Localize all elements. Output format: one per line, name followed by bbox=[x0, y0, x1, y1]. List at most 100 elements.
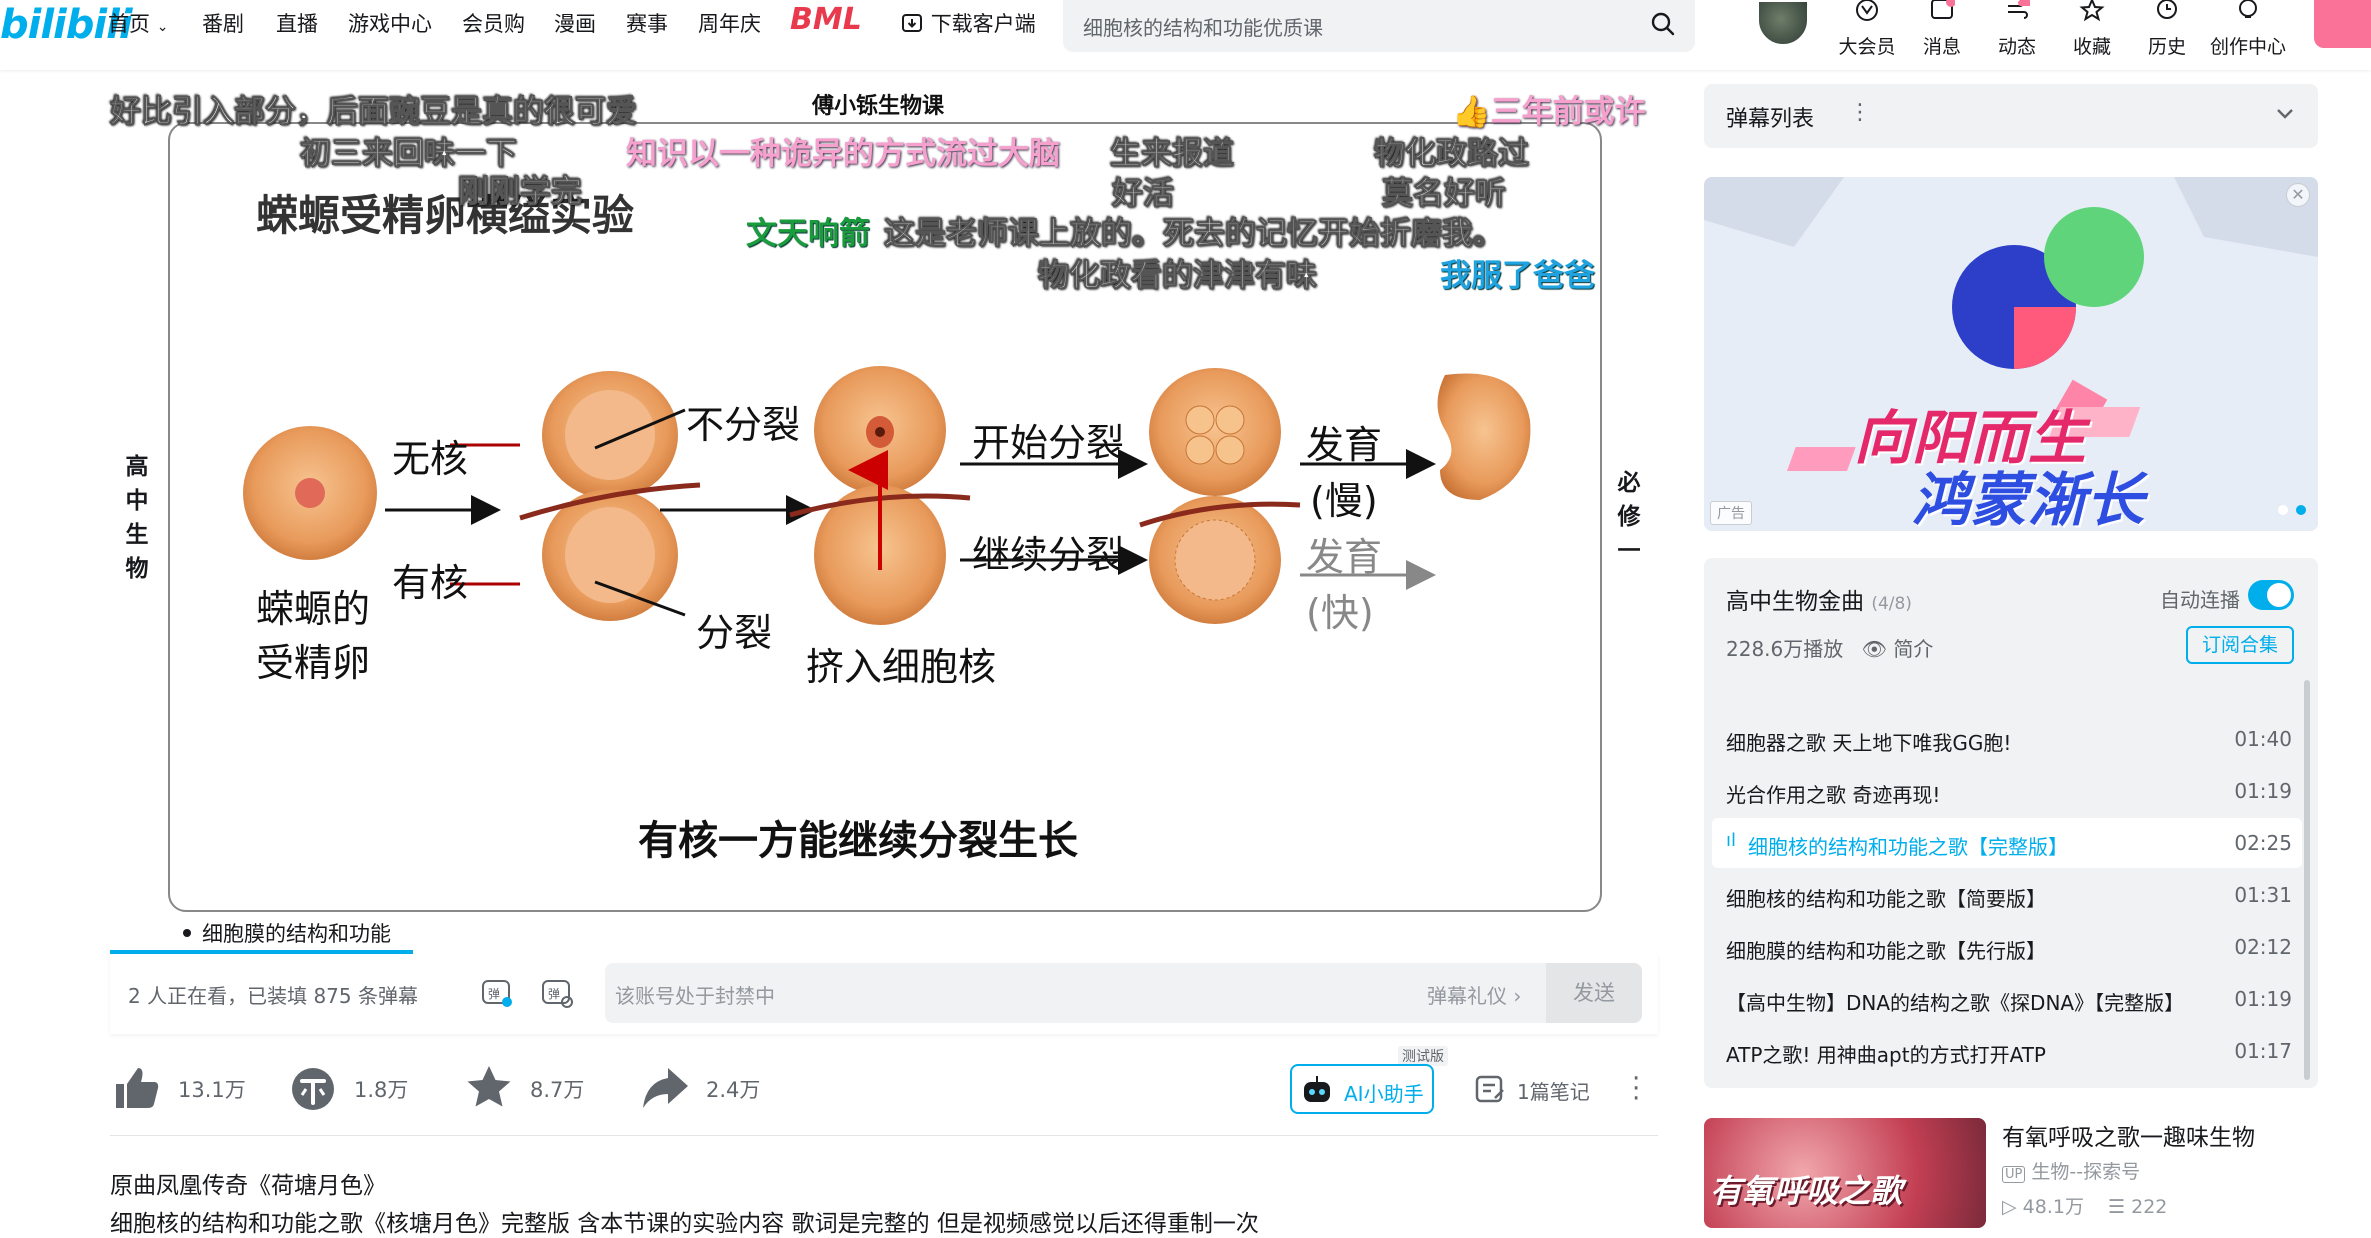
header-messages[interactable]: 消息 bbox=[1907, 0, 1977, 59]
nav-manga[interactable]: 漫画 bbox=[554, 8, 596, 38]
label-has-nucleus: 有核 bbox=[392, 561, 469, 605]
playlist-item[interactable]: ATP之歌! 用神曲apt的方式打开ATP 01:17 bbox=[1712, 1026, 2302, 1076]
nav-game-center[interactable]: 游戏中心 bbox=[348, 8, 432, 38]
danmaku-settings-icon[interactable]: 弹 bbox=[540, 976, 574, 1010]
playlist-scrollbar[interactable] bbox=[2304, 680, 2310, 1080]
coin-icon bbox=[292, 1068, 334, 1110]
recommend-title[interactable]: 有氧呼吸之歌一趣味生物 bbox=[2002, 1118, 2255, 1152]
thumb-up-icon: 👍 bbox=[1452, 94, 1491, 130]
note-icon bbox=[1475, 1075, 1504, 1103]
playlist-item[interactable]: 细胞膜的结构和功能之歌【先行版】 02:12 bbox=[1712, 922, 2302, 972]
playlist-item-active[interactable]: ıl 细胞核的结构和功能之歌【完整版】 02:25 bbox=[1712, 818, 2302, 868]
star-icon bbox=[467, 1066, 511, 1107]
recommend-stats: ▷ 48.1万 ☰ 222 bbox=[2002, 1196, 2168, 1218]
intro-link[interactable]: 简介 bbox=[1893, 637, 1933, 661]
nav-download-client[interactable]: 下载客户端 bbox=[900, 8, 1036, 38]
nav-home[interactable]: 首页 ⌄ bbox=[108, 8, 168, 38]
bulb-icon bbox=[2239, 0, 2257, 18]
ai-assistant-button[interactable]: AI小助手 bbox=[1290, 1064, 1434, 1114]
danmaku: 这是老师课上放的。死去的记忆开始折磨我。 bbox=[884, 216, 1505, 253]
robot-icon bbox=[1304, 1076, 1330, 1102]
danmaku-count-icon: ☰ bbox=[2108, 1196, 2126, 1218]
nav-live[interactable]: 直播 bbox=[276, 8, 318, 38]
nav-bml[interactable]: BML bbox=[790, 2, 862, 37]
autoplay-label: 自动连播 bbox=[2160, 588, 2240, 612]
danmaku-etiquette-link[interactable]: 弹幕礼仪 › bbox=[1427, 980, 1521, 1009]
danmaku: 好比引入部分，后面豌豆是真的很可爱 bbox=[110, 94, 638, 131]
notes-button[interactable]: 1篇笔记 bbox=[1475, 1074, 1590, 1108]
advertisement-banner[interactable]: 向阳而生 鸿蒙渐长 ✕ 广告 bbox=[1704, 177, 2318, 531]
download-icon bbox=[902, 14, 922, 32]
recommend-uploader[interactable]: UP 生物--探索号 bbox=[2002, 1157, 2140, 1184]
share-arrow-icon bbox=[643, 1068, 688, 1108]
header-favorites[interactable]: 收藏 bbox=[2057, 0, 2127, 59]
close-icon[interactable]: ✕ bbox=[2286, 183, 2310, 207]
label-develop-fast-2: (快) bbox=[1306, 591, 1374, 635]
star-icon bbox=[2079, 0, 2105, 22]
label-split: 分裂 bbox=[696, 611, 773, 655]
danmaku: 生来报道 bbox=[1110, 136, 1235, 173]
eye-icon: 👁 bbox=[1861, 637, 1888, 661]
description-line-2: 细胞核的结构和功能之歌《核塘月色》完整版 含本节课的实验内容 歌词是完整的 但是… bbox=[110, 1211, 1259, 1237]
search-input[interactable]: 细胞核的结构和功能优质课 bbox=[1083, 12, 1323, 41]
header-vip[interactable]: 大会员 bbox=[1832, 0, 1902, 59]
chapter-dot bbox=[183, 929, 191, 937]
nav-anniversary[interactable]: 周年庆 bbox=[698, 8, 761, 38]
danmaku: 物化政看的津津有味 bbox=[1038, 258, 1318, 295]
play-icon: ▷ bbox=[2002, 1196, 2017, 1218]
danmaku-bar: 2 人正在看，已装填 875 条弹幕 弹 弹 该账号处于封禁中 弹幕礼仪 › 发… bbox=[110, 954, 1658, 1034]
autoplay-toggle[interactable] bbox=[2248, 580, 2294, 610]
playing-icon: ıl bbox=[1726, 830, 1737, 851]
label-no-nucleus: 无核 bbox=[392, 437, 469, 481]
svg-text:弹: 弹 bbox=[488, 987, 500, 1001]
danmaku: 👍三年前或许 bbox=[1452, 94, 1646, 130]
danmaku-list-panel[interactable]: 弹幕列表 ⋮ bbox=[1704, 84, 2318, 148]
label-start-split: 开始分裂 bbox=[972, 421, 1125, 465]
nav-match[interactable]: 赛事 bbox=[626, 8, 668, 38]
upload-button[interactable] bbox=[2314, 0, 2371, 48]
subscribe-collection-button[interactable]: 订阅合集 bbox=[2186, 626, 2294, 664]
playlist-item[interactable]: 细胞核的结构和功能之歌【简要版】 01:31 bbox=[1712, 870, 2302, 920]
thumb-up-icon bbox=[116, 1068, 159, 1108]
danmaku: 好活 bbox=[1112, 176, 1175, 213]
label-squeeze-nucleus: 挤入细胞核 bbox=[806, 645, 997, 689]
search-icon[interactable] bbox=[1649, 10, 1677, 38]
label-no-split: 不分裂 bbox=[686, 403, 801, 447]
search-box[interactable]: 细胞核的结构和功能优质课 bbox=[1063, 0, 1695, 52]
message-icon bbox=[1931, 0, 1956, 19]
more-vertical-icon[interactable]: ⋮ bbox=[1849, 100, 1871, 125]
nav-bangumi[interactable]: 番剧 bbox=[202, 8, 244, 38]
avatar[interactable] bbox=[1757, 0, 1809, 46]
danmaku: 莫名好听 bbox=[1382, 176, 1507, 213]
svg-text:弹: 弹 bbox=[548, 987, 560, 1001]
header-creator-center[interactable]: 创作中心 bbox=[2207, 0, 2289, 59]
carousel-dot-active[interactable] bbox=[2296, 505, 2306, 515]
recommend-thumbnail[interactable]: 有氧呼吸之歌 bbox=[1704, 1118, 1986, 1228]
wind-icon bbox=[2008, 0, 2032, 19]
carousel-dot[interactable] bbox=[2278, 505, 2288, 515]
danmaku: 我服了爸爸 bbox=[1440, 258, 1595, 294]
dividing-egg bbox=[1139, 368, 1301, 624]
danmaku: 文天响箭 bbox=[746, 216, 870, 252]
nav-shop[interactable]: 会员购 bbox=[462, 8, 525, 38]
label-develop-fast-1: 发育 bbox=[1306, 535, 1383, 579]
slide-conclusion: 有核一方能继续分裂生长 bbox=[638, 818, 1078, 864]
ad-title-line-2: 鸿蒙渐长 bbox=[1912, 466, 2145, 531]
chapter-marker[interactable]: 细胞膜的结构和功能 bbox=[110, 912, 413, 954]
playlist-item[interactable]: 光合作用之歌 奇迹再现! 01:19 bbox=[1712, 766, 2302, 816]
playlist-item[interactable]: 【高中生物】DNA的结构之歌《探DNA》【完整版】 01:19 bbox=[1712, 974, 2302, 1024]
danmaku: 刚刚学完 bbox=[458, 174, 583, 211]
header-dynamics[interactable]: 动态 bbox=[1982, 0, 2052, 59]
send-button[interactable]: 发送 bbox=[1546, 963, 1642, 1023]
more-vertical-icon[interactable]: · · · bbox=[1632, 1066, 1640, 1112]
constricted-egg bbox=[519, 371, 701, 621]
danmaku-input[interactable]: 该账号处于封禁中 弹幕礼仪 › bbox=[605, 963, 1637, 1023]
chevron-down-icon[interactable] bbox=[2276, 108, 2294, 120]
playlist-item[interactable]: 细胞器之歌 天上地下唯我GG胞! 01:40 bbox=[1712, 714, 2302, 764]
vip-icon bbox=[1856, 0, 1878, 21]
ad-tag: 广告 bbox=[1710, 501, 1752, 525]
header-history[interactable]: 历史 bbox=[2132, 0, 2202, 59]
danmaku-toggle-icon[interactable]: 弹 bbox=[480, 976, 514, 1010]
top-header: bilibili 首页 ⌄ 番剧 直播 游戏中心 会员购 漫画 赛事 周年庆 B… bbox=[0, 0, 2371, 70]
right-vertical-label: 必 修 一 bbox=[1617, 470, 1641, 564]
